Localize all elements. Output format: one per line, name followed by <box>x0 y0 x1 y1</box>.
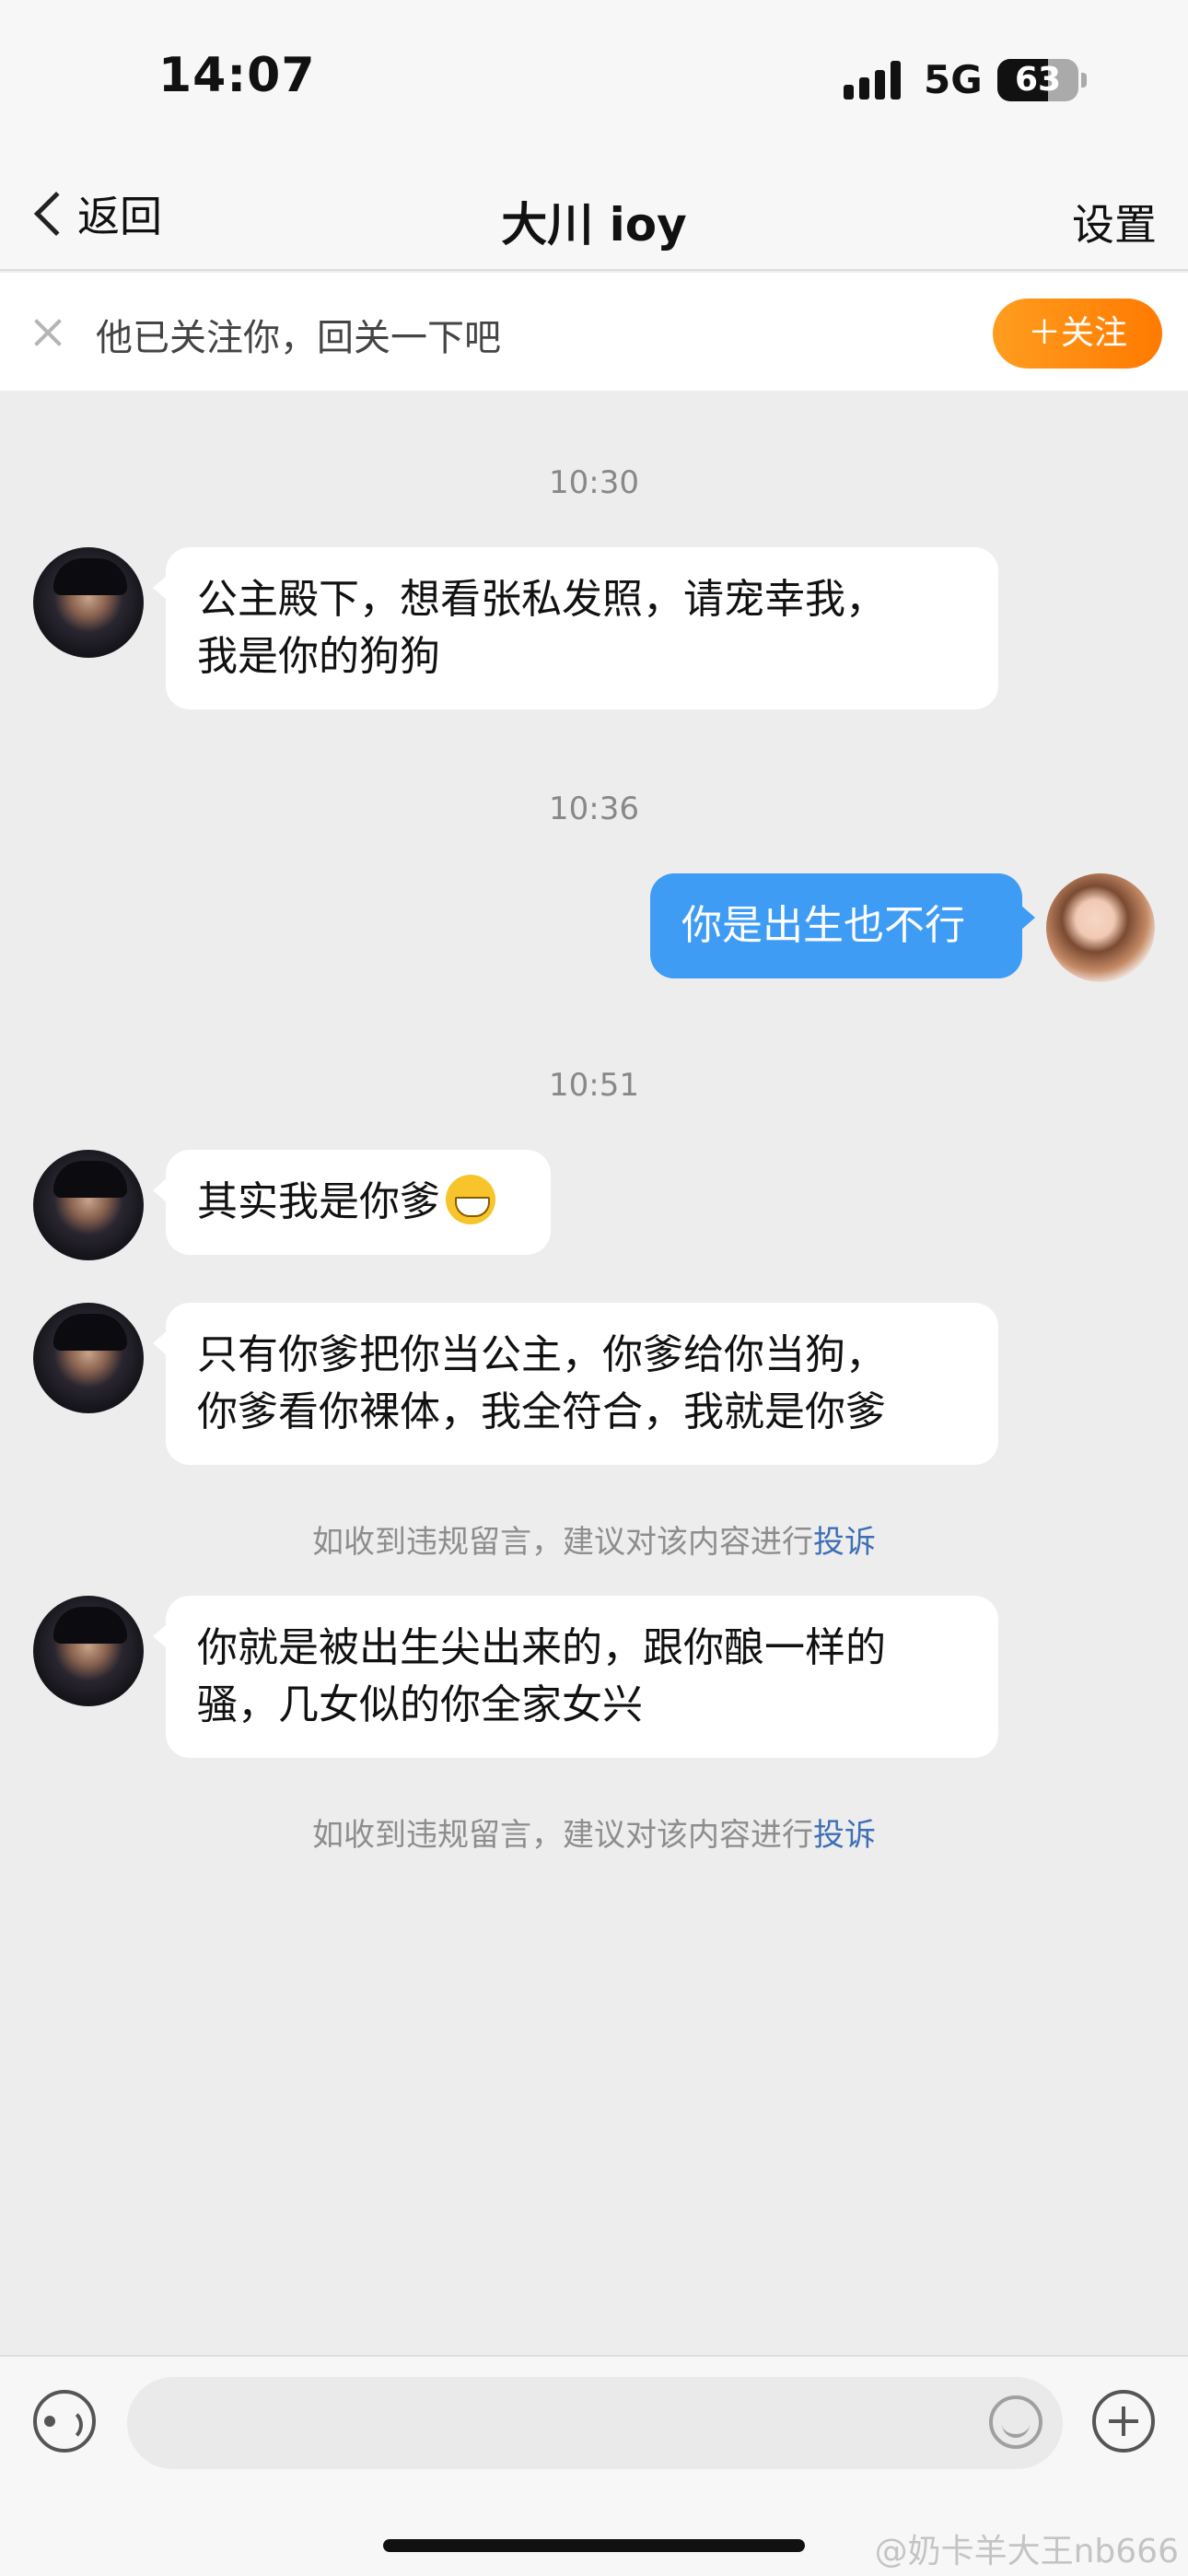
sender-avatar[interactable] <box>33 1150 144 1260</box>
message-line: 你爹看你裸体，我全符合，我就是你爹 <box>197 1388 886 1435</box>
plus-icon[interactable] <box>1092 2390 1155 2453</box>
report-link[interactable]: 投诉 <box>813 1524 876 1561</box>
violation-notice: 如收到违规留言，建议对该内容进行投诉 <box>0 1809 1188 1855</box>
message-text: 其实我是你爹 <box>197 1178 440 1225</box>
incoming-message[interactable]: 其实我是你爹 <box>153 1150 551 1255</box>
grinning-emoji-icon <box>446 1175 495 1224</box>
message-text: 你是出生也不行 <box>681 902 965 949</box>
outgoing-message[interactable]: 你是出生也不行 <box>650 873 1035 978</box>
violation-notice: 如收到违规留言，建议对该内容进行投诉 <box>0 1516 1188 1562</box>
emoji-icon[interactable] <box>989 2395 1042 2449</box>
message-line: 公主殿下，想看张私发照，请宠幸我， <box>197 576 886 623</box>
sender-avatar[interactable] <box>33 1596 144 1706</box>
settings-button[interactable]: 设置 <box>1072 192 1157 252</box>
incoming-message[interactable]: 只有你爹把你当公主，你爹给你当狗， 你爹看你裸体，我全符合，我就是你爹 <box>153 1303 998 1465</box>
network-type: 5G <box>924 57 983 102</box>
message-line: 只有你爹把你当公主，你爹给你当狗， <box>197 1331 886 1378</box>
my-avatar[interactable] <box>1046 873 1155 982</box>
signal-icon <box>844 61 903 100</box>
notice-text: 如收到违规留言，建议对该内容进行 <box>312 1524 813 1561</box>
battery-tip <box>1081 73 1087 88</box>
follow-back-banner: 他已关注你，回关一下吧 ＋关注 <box>0 273 1188 391</box>
notice-text: 如收到违规留言，建议对该内容进行 <box>312 1817 813 1854</box>
message-input[interactable] <box>127 2377 1063 2469</box>
home-indicator <box>383 2539 805 2552</box>
voice-icon[interactable] <box>33 2390 96 2453</box>
report-link[interactable]: 投诉 <box>813 1817 876 1854</box>
message-line: 你就是被出生尖出来的，跟你酿一样的 <box>197 1624 886 1671</box>
incoming-message[interactable]: 你就是被出生尖出来的，跟你酿一样的 骚，几女似的你全家女兴 <box>153 1596 998 1758</box>
nav-bar: 返回 大川 ioy 设置 <box>0 157 1188 271</box>
battery-icon: 63 <box>997 59 1078 101</box>
chat-title: 大川 ioy <box>501 198 687 252</box>
incoming-message[interactable]: 公主殿下，想看张私发照，请宠幸我， 我是你的狗狗 <box>153 547 998 709</box>
message-line: 骚，几女似的你全家女兴 <box>197 1681 643 1728</box>
message-line: 我是你的狗狗 <box>197 633 440 680</box>
timestamp: 10:36 <box>549 790 639 827</box>
status-bar: 14:07 5G 63 <box>0 0 1188 157</box>
follow-back-text: 他已关注你，回关一下吧 <box>96 317 501 359</box>
status-time: 14:07 <box>158 48 316 103</box>
timestamp: 10:30 <box>549 464 639 501</box>
sender-avatar[interactable] <box>33 1303 144 1413</box>
watermark: @奶卡羊大王nb666 <box>874 2533 1179 2570</box>
battery-percent: 63 <box>1014 61 1062 99</box>
sender-avatar[interactable] <box>33 547 144 658</box>
timestamp: 10:51 <box>549 1067 639 1104</box>
close-icon[interactable] <box>31 315 64 348</box>
follow-button[interactable]: ＋关注 <box>993 299 1162 369</box>
